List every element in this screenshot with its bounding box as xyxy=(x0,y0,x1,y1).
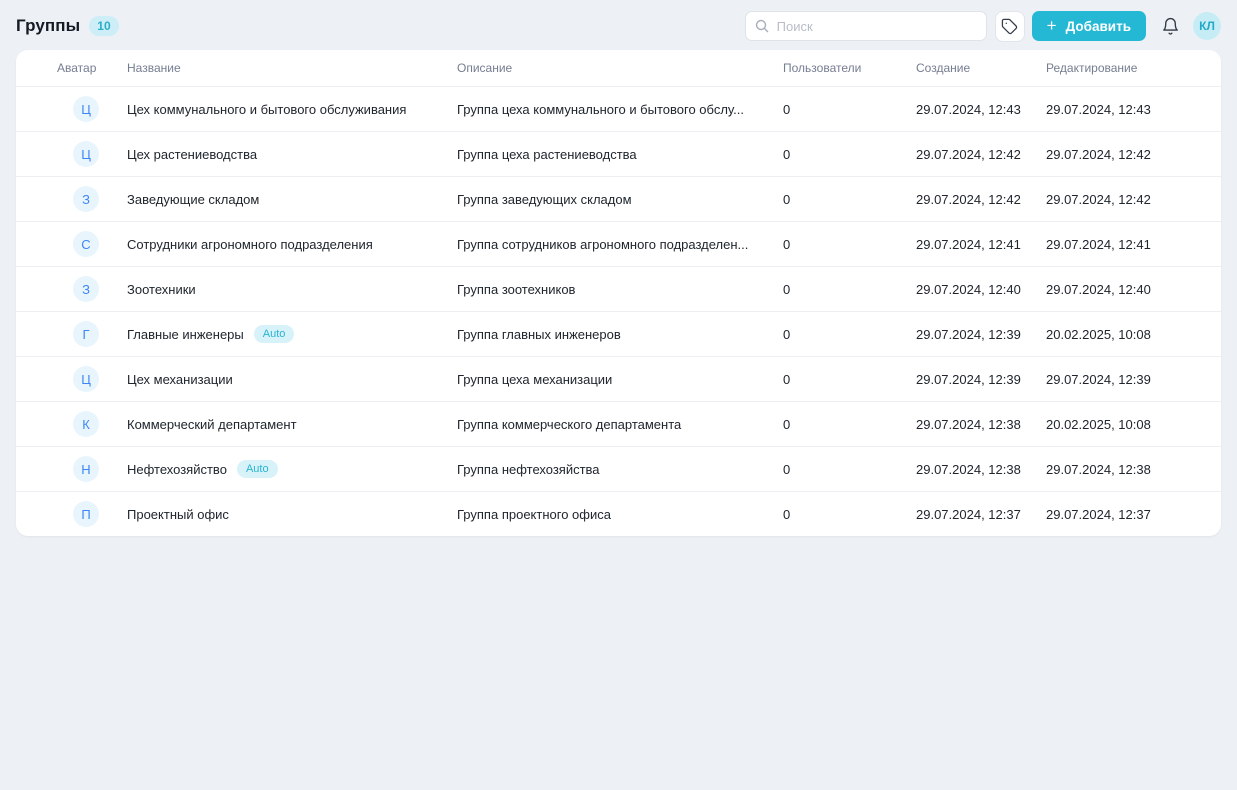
tags-button[interactable] xyxy=(995,11,1025,42)
group-edited-at: 29.07.2024, 12:38 xyxy=(1046,462,1221,477)
table-row[interactable]: З Зоотехники Группа зоотехников 0 29.07.… xyxy=(16,266,1221,311)
group-name: Сотрудники агрономного подразделения xyxy=(127,237,373,252)
table-row[interactable]: П Проектный офис Группа проектного офиса… xyxy=(16,491,1221,536)
add-button[interactable]: + Добавить xyxy=(1032,11,1146,41)
group-edited-at: 20.02.2025, 10:08 xyxy=(1046,327,1221,342)
user-avatar[interactable]: КЛ xyxy=(1193,12,1221,40)
group-users-count: 0 xyxy=(783,372,916,387)
group-created-at: 29.07.2024, 12:43 xyxy=(916,102,1046,117)
group-created-at: 29.07.2024, 12:40 xyxy=(916,282,1046,297)
group-edited-at: 29.07.2024, 12:37 xyxy=(1046,507,1221,522)
group-edited-at: 29.07.2024, 12:39 xyxy=(1046,372,1221,387)
group-description: Группа цеха растениеводства xyxy=(457,147,783,162)
table-row[interactable]: Ц Цех коммунального и бытового обслужива… xyxy=(16,86,1221,131)
topbar-actions: + Добавить КЛ xyxy=(745,11,1221,42)
group-description: Группа главных инженеров xyxy=(457,327,783,342)
add-button-label: Добавить xyxy=(1066,19,1131,34)
group-users-count: 0 xyxy=(783,192,916,207)
group-created-at: 29.07.2024, 12:42 xyxy=(916,147,1046,162)
group-created-at: 29.07.2024, 12:38 xyxy=(916,462,1046,477)
group-name: Цех коммунального и бытового обслуживани… xyxy=(127,102,406,117)
column-header-description: Описание xyxy=(457,61,783,75)
group-avatar: Ц xyxy=(73,366,99,392)
group-avatar: Ц xyxy=(73,96,99,122)
group-avatar: П xyxy=(73,501,99,527)
table-row[interactable]: Ц Цех растениеводства Группа цеха растен… xyxy=(16,131,1221,176)
group-avatar: Ц xyxy=(73,141,99,167)
group-name: Проектный офис xyxy=(127,507,229,522)
tag-icon xyxy=(1001,18,1018,35)
group-edited-at: 20.02.2025, 10:08 xyxy=(1046,417,1221,432)
group-name: Зоотехники xyxy=(127,282,196,297)
group-users-count: 0 xyxy=(783,417,916,432)
group-users-count: 0 xyxy=(783,147,916,162)
group-avatar: З xyxy=(73,186,99,212)
group-created-at: 29.07.2024, 12:37 xyxy=(916,507,1046,522)
group-edited-at: 29.07.2024, 12:41 xyxy=(1046,237,1221,252)
group-description: Группа заведующих складом xyxy=(457,192,783,207)
search-icon xyxy=(754,18,770,34)
column-header-created: Создание xyxy=(916,61,1046,75)
group-edited-at: 29.07.2024, 12:42 xyxy=(1046,192,1221,207)
column-header-users: Пользователи xyxy=(783,61,916,75)
group-users-count: 0 xyxy=(783,237,916,252)
page-title: Группы xyxy=(16,16,80,36)
group-avatar: С xyxy=(73,231,99,257)
group-description: Группа коммерческого департамента xyxy=(457,417,783,432)
group-users-count: 0 xyxy=(783,282,916,297)
table-row[interactable]: З Заведующие складом Группа заведующих с… xyxy=(16,176,1221,221)
column-header-avatar: Аватар xyxy=(16,61,127,75)
auto-badge: Auto xyxy=(237,460,278,478)
column-header-name: Название xyxy=(127,61,457,75)
group-users-count: 0 xyxy=(783,462,916,477)
group-description: Группа проектного офиса xyxy=(457,507,783,522)
table-row[interactable]: Н Нефтехозяйство Auto Группа нефтехозяйс… xyxy=(16,446,1221,491)
group-description: Группа нефтехозяйства xyxy=(457,462,783,477)
table-row[interactable]: С Сотрудники агрономного подразделения Г… xyxy=(16,221,1221,266)
notifications-button[interactable] xyxy=(1156,12,1184,40)
auto-badge: Auto xyxy=(254,325,295,343)
plus-icon: + xyxy=(1047,17,1057,34)
group-description: Группа сотрудников агрономного подраздел… xyxy=(457,237,783,252)
group-name: Нефтехозяйство xyxy=(127,462,227,477)
group-created-at: 29.07.2024, 12:41 xyxy=(916,237,1046,252)
search-input[interactable] xyxy=(745,11,987,41)
group-created-at: 29.07.2024, 12:38 xyxy=(916,417,1046,432)
group-avatar: З xyxy=(73,276,99,302)
search-field-wrap xyxy=(745,11,987,41)
table-row[interactable]: Ц Цех механизации Группа цеха механизаци… xyxy=(16,356,1221,401)
group-edited-at: 29.07.2024, 12:42 xyxy=(1046,147,1221,162)
group-edited-at: 29.07.2024, 12:43 xyxy=(1046,102,1221,117)
groups-table: Аватар Название Описание Пользователи Со… xyxy=(16,50,1221,536)
table-row[interactable]: Г Главные инженеры Auto Группа главных и… xyxy=(16,311,1221,356)
group-created-at: 29.07.2024, 12:42 xyxy=(916,192,1046,207)
group-description: Группа цеха механизации xyxy=(457,372,783,387)
group-users-count: 0 xyxy=(783,102,916,117)
group-created-at: 29.07.2024, 12:39 xyxy=(916,372,1046,387)
group-name: Главные инженеры xyxy=(127,327,244,342)
table-body: Ц Цех коммунального и бытового обслужива… xyxy=(16,86,1221,536)
group-avatar: К xyxy=(73,411,99,437)
group-avatar: Н xyxy=(73,456,99,482)
groups-count-badge: 10 xyxy=(89,16,118,36)
table-row[interactable]: К Коммерческий департамент Группа коммер… xyxy=(16,401,1221,446)
group-created-at: 29.07.2024, 12:39 xyxy=(916,327,1046,342)
group-name: Цех механизации xyxy=(127,372,233,387)
table-header-row: Аватар Название Описание Пользователи Со… xyxy=(16,50,1221,86)
group-description: Группа зоотехников xyxy=(457,282,783,297)
bell-icon xyxy=(1161,17,1180,36)
group-name: Цех растениеводства xyxy=(127,147,257,162)
column-header-edited: Редактирование xyxy=(1046,61,1221,75)
group-users-count: 0 xyxy=(783,507,916,522)
group-avatar: Г xyxy=(73,321,99,347)
group-users-count: 0 xyxy=(783,327,916,342)
group-edited-at: 29.07.2024, 12:40 xyxy=(1046,282,1221,297)
group-name: Заведующие складом xyxy=(127,192,259,207)
group-description: Группа цеха коммунального и бытового обс… xyxy=(457,102,783,117)
group-name: Коммерческий департамент xyxy=(127,417,297,432)
topbar: Группы 10 + Добавить КЛ xyxy=(0,0,1237,50)
